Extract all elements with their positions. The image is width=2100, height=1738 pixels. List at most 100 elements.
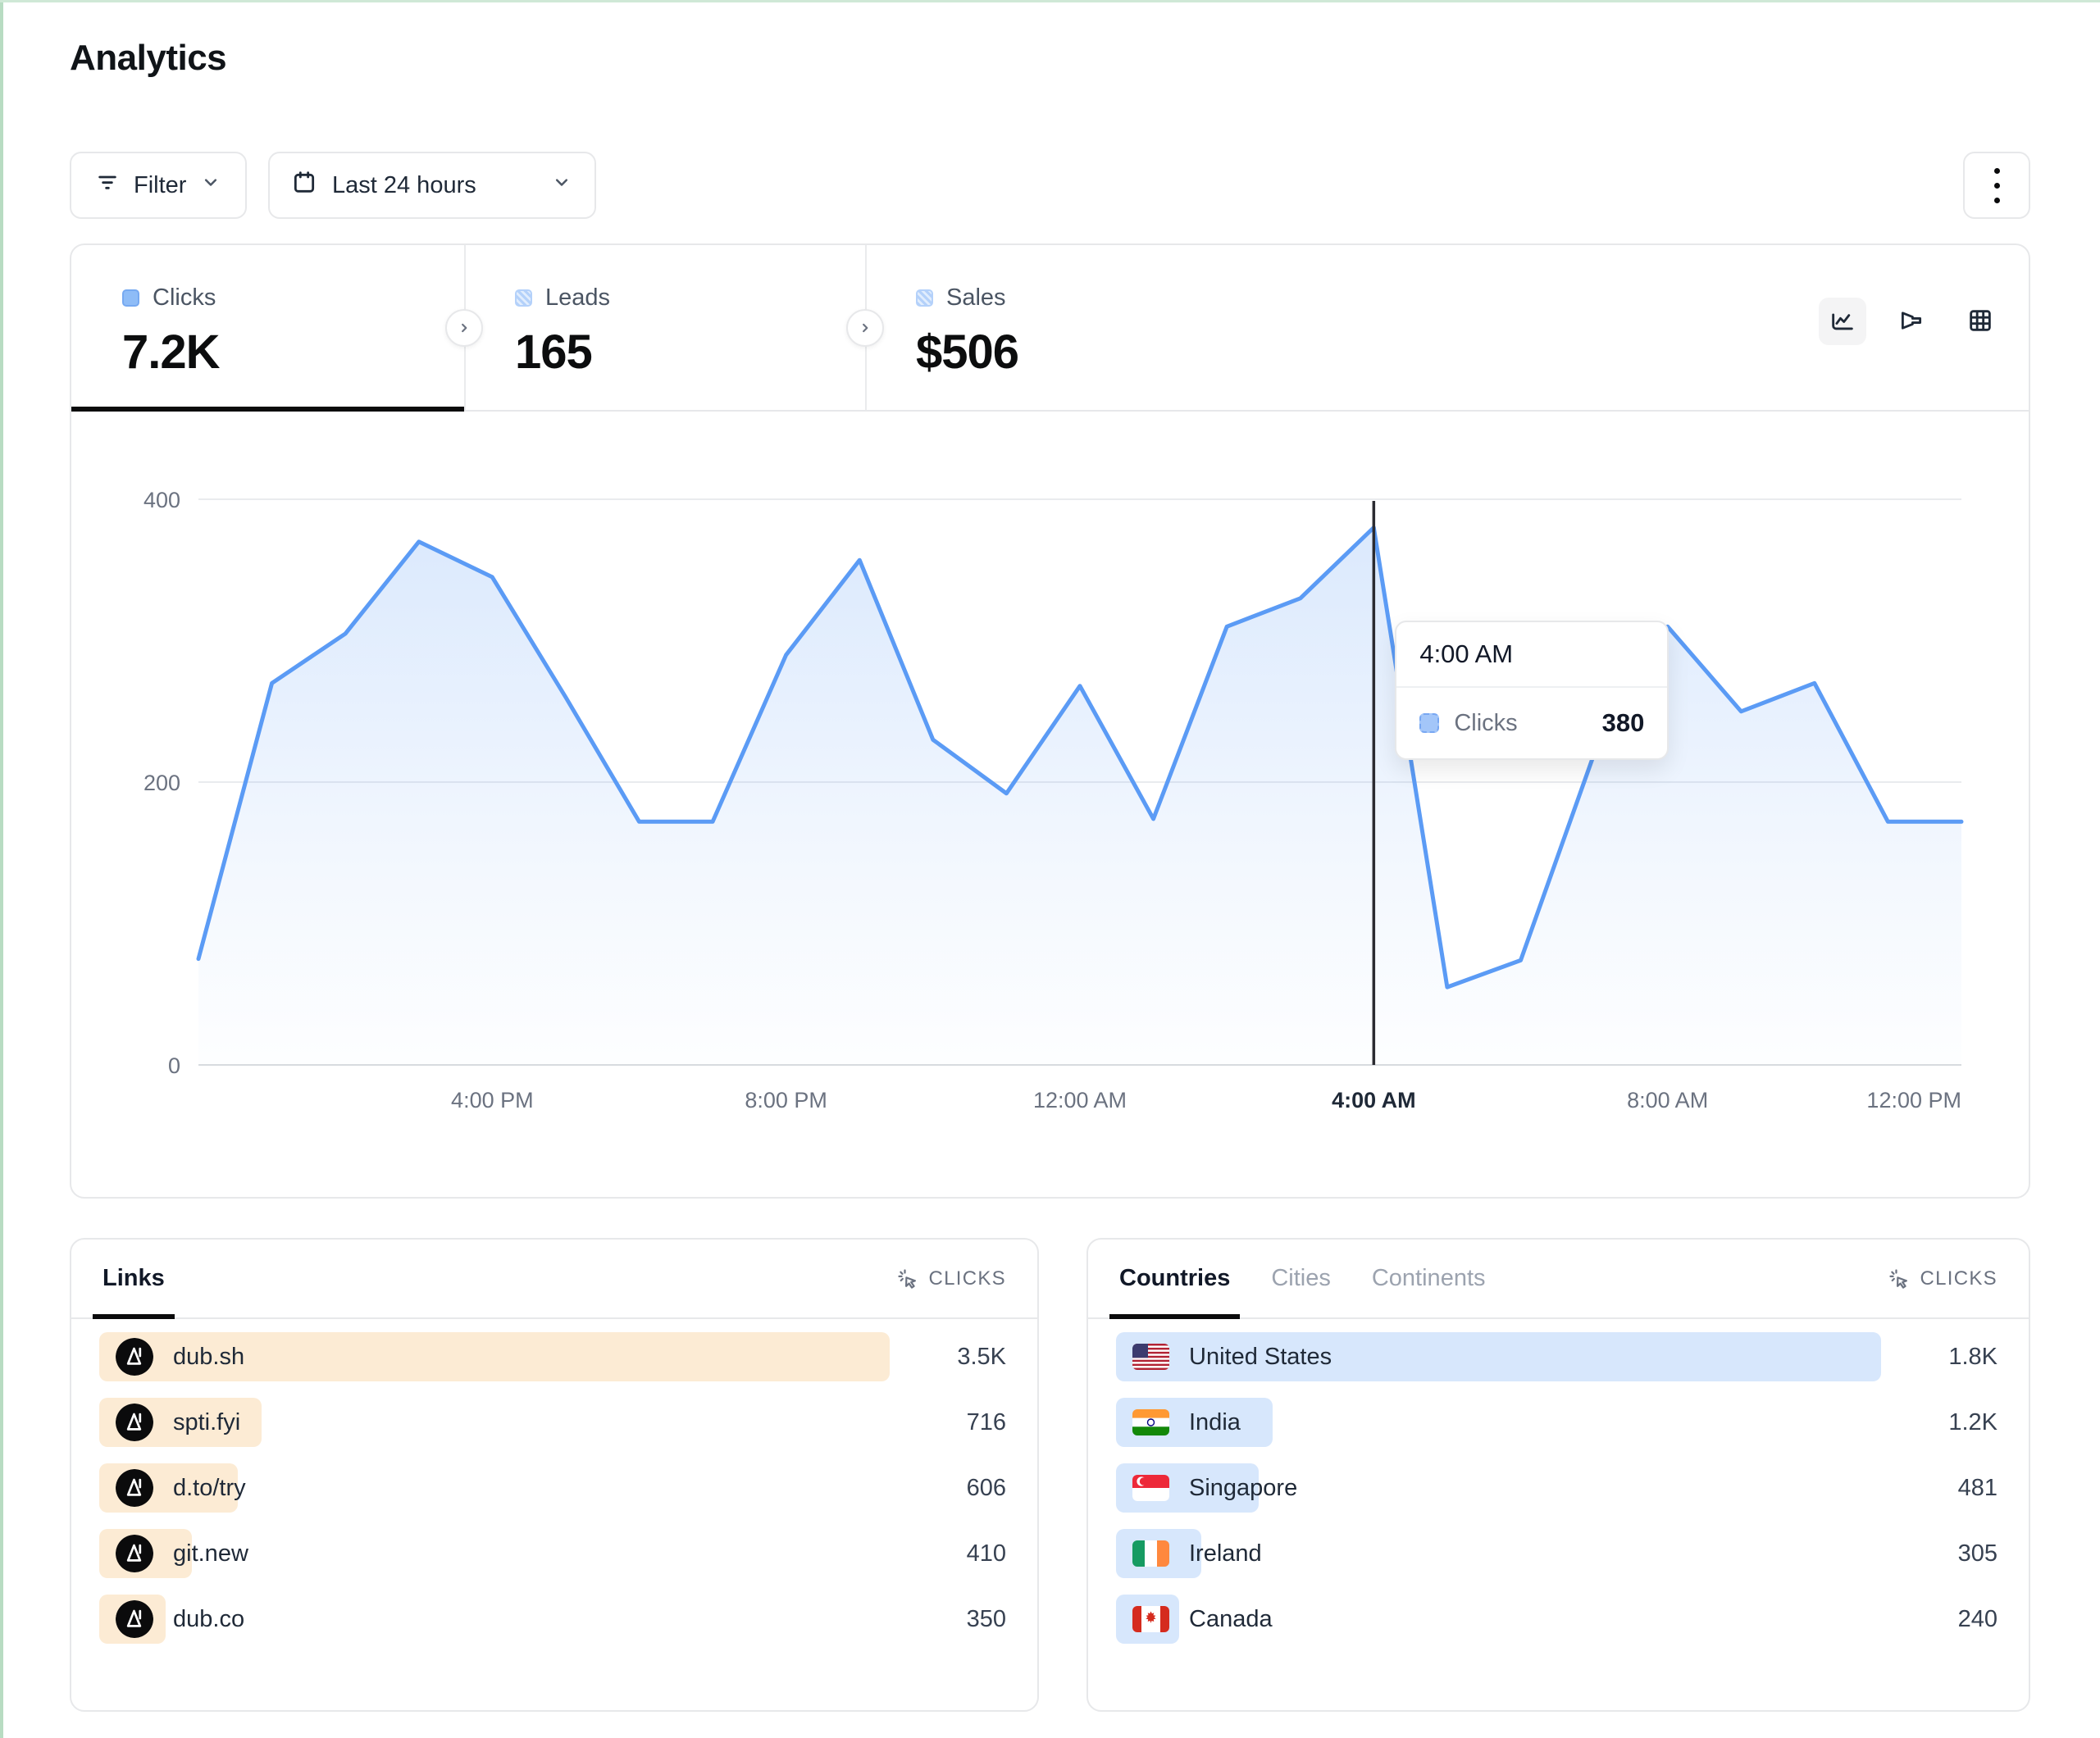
link-row[interactable]: dub.co 350 [99, 1595, 1009, 1644]
tab-cities[interactable]: Cities [1271, 1240, 1331, 1317]
row-label: dub.sh [173, 1344, 244, 1371]
metric-label: CLICKS [1920, 1267, 1998, 1290]
x-axis-tick: 8:00 AM [1627, 1088, 1708, 1112]
metric-selector[interactable]: CLICKS [896, 1267, 1007, 1290]
row-label: git.new [173, 1540, 248, 1567]
country-row[interactable]: Ireland305 [1116, 1529, 2001, 1578]
cursor-click-icon [896, 1267, 919, 1290]
tab-countries[interactable]: Countries [1119, 1240, 1230, 1317]
tooltip-series-label: Clicks [1454, 710, 1517, 737]
line-chart-view-button[interactable] [1819, 298, 1866, 345]
row-value: 481 [1958, 1463, 1998, 1513]
filter-button-label: Filter [134, 172, 186, 199]
kebab-icon [1994, 168, 2000, 203]
link-favicon [116, 1535, 153, 1572]
y-axis-tick: 200 [143, 771, 180, 795]
clicks-legend-square-icon [122, 289, 139, 307]
row-value: 350 [967, 1595, 1006, 1644]
stat-tab-sales[interactable]: Sales$506 [865, 245, 1266, 410]
link-row[interactable]: spti.fyi 716 [99, 1398, 1009, 1447]
cursor-click-icon [1888, 1267, 1911, 1290]
link-favicon [116, 1600, 153, 1638]
y-axis-tick: 0 [168, 1053, 180, 1078]
flag-icon-ca [1132, 1606, 1169, 1632]
flag-icon-in [1132, 1409, 1169, 1435]
table-grid-icon [1966, 307, 1994, 337]
row-label: d.to/try [173, 1475, 246, 1502]
stat-label: Clicks [153, 284, 216, 312]
flag-icon-ie [1132, 1540, 1169, 1567]
link-favicon [116, 1404, 153, 1441]
country-row[interactable]: Singapore 481 [1116, 1463, 2001, 1513]
link-row[interactable]: d.to/try 606 [99, 1463, 1009, 1513]
date-range-button[interactable]: Last 24 hours [268, 152, 596, 219]
row-value: 1.8K [1948, 1332, 1998, 1381]
metric-selector[interactable]: CLICKS [1888, 1267, 1998, 1290]
x-axis-tick: 4:00 PM [451, 1088, 534, 1112]
metric-label: CLICKS [929, 1267, 1007, 1290]
countries-panel: Countries Cities Continents CLICKS United St… [1086, 1238, 2030, 1712]
chart-tooltip: 4:00 AM Clicks 380 [1395, 621, 1669, 760]
chevron-down-icon [550, 171, 573, 200]
flag-icon-us [1132, 1344, 1169, 1370]
filter-icon [94, 169, 121, 202]
row-value: 305 [1958, 1529, 1998, 1578]
country-row[interactable]: Canada240 [1116, 1595, 2001, 1644]
stats-tabs: Clicks 7.2K Leads 165Sales$506 [71, 245, 2029, 412]
stat-expand-button[interactable] [445, 309, 483, 347]
stat-value: 165 [515, 325, 865, 380]
sales-legend-square-icon [916, 289, 933, 307]
more-menu-button[interactable] [1963, 152, 2030, 219]
row-value: 240 [1958, 1595, 1998, 1644]
clicks-legend-square-icon [1419, 713, 1439, 733]
link-row[interactable]: dub.sh 3.5K [99, 1332, 1009, 1381]
dub-logo-icon [116, 1404, 153, 1441]
line-chart-icon [1829, 307, 1856, 337]
funnel-chart-icon [1897, 307, 1925, 337]
table-view-button[interactable] [1957, 298, 2004, 345]
row-label: Singapore [1189, 1475, 1297, 1502]
tooltip-value: 380 [1602, 708, 1645, 738]
y-axis-tick: 400 [143, 488, 180, 512]
row-value: 3.5K [957, 1332, 1006, 1381]
tooltip-time: 4:00 AM [1396, 622, 1667, 688]
x-axis-tick: 12:00 AM [1033, 1088, 1127, 1112]
calendar-icon [291, 169, 317, 202]
dub-logo-icon [116, 1338, 153, 1376]
dub-logo-icon [116, 1535, 153, 1572]
chevron-right-icon [455, 319, 473, 337]
country-row[interactable]: India 1.2K [1116, 1398, 2001, 1447]
window-accent-edge-top [0, 0, 2100, 2]
row-label: United States [1189, 1344, 1332, 1371]
stat-tab-clicks[interactable]: Clicks 7.2K [71, 245, 464, 410]
x-axis-tick: 8:00 PM [745, 1088, 827, 1112]
filter-button[interactable]: Filter [70, 152, 247, 219]
area-fill [198, 528, 1961, 1066]
funnel-chart-view-button[interactable] [1888, 298, 1935, 345]
row-value: 716 [967, 1398, 1006, 1447]
link-list: dub.sh 3.5K spti.fyi 716 d.to/try 606 git.new 4… [99, 1332, 1009, 1644]
dub-logo-icon [116, 1469, 153, 1507]
row-label: spti.fyi [173, 1409, 240, 1436]
stat-tab-leads[interactable]: Leads 165 [464, 245, 865, 410]
country-row[interactable]: United States 1.8K [1116, 1332, 2001, 1381]
tab-links[interactable]: Links [102, 1240, 165, 1317]
link-panel-header: Links CLICKS [71, 1240, 1037, 1319]
row-value: 606 [967, 1463, 1006, 1513]
country-list: United States 1.8K India 1.2K Singapore 481 Ir… [1116, 1332, 2001, 1644]
row-value: 1.2K [1948, 1398, 1998, 1447]
chevron-right-icon [856, 319, 874, 337]
x-axis-tick: 4:00 AM [1332, 1088, 1416, 1112]
clicks-line-series [198, 528, 1961, 988]
stat-expand-button[interactable] [846, 309, 884, 347]
link-row[interactable]: git.new 410 [99, 1529, 1009, 1578]
country-panel-header: Countries Cities Continents CLICKS [1088, 1240, 2029, 1319]
flag-icon-sg [1132, 1475, 1169, 1501]
analytics-card: Clicks 7.2K Leads 165Sales$506 0 200 400 4:00 … [70, 243, 2030, 1199]
row-label: India [1189, 1409, 1241, 1436]
row-label: dub.co [173, 1606, 244, 1633]
stat-label: Leads [545, 284, 610, 312]
tab-continents[interactable]: Continents [1372, 1240, 1486, 1317]
stat-value: 7.2K [122, 325, 464, 380]
row-value: 410 [967, 1529, 1006, 1578]
